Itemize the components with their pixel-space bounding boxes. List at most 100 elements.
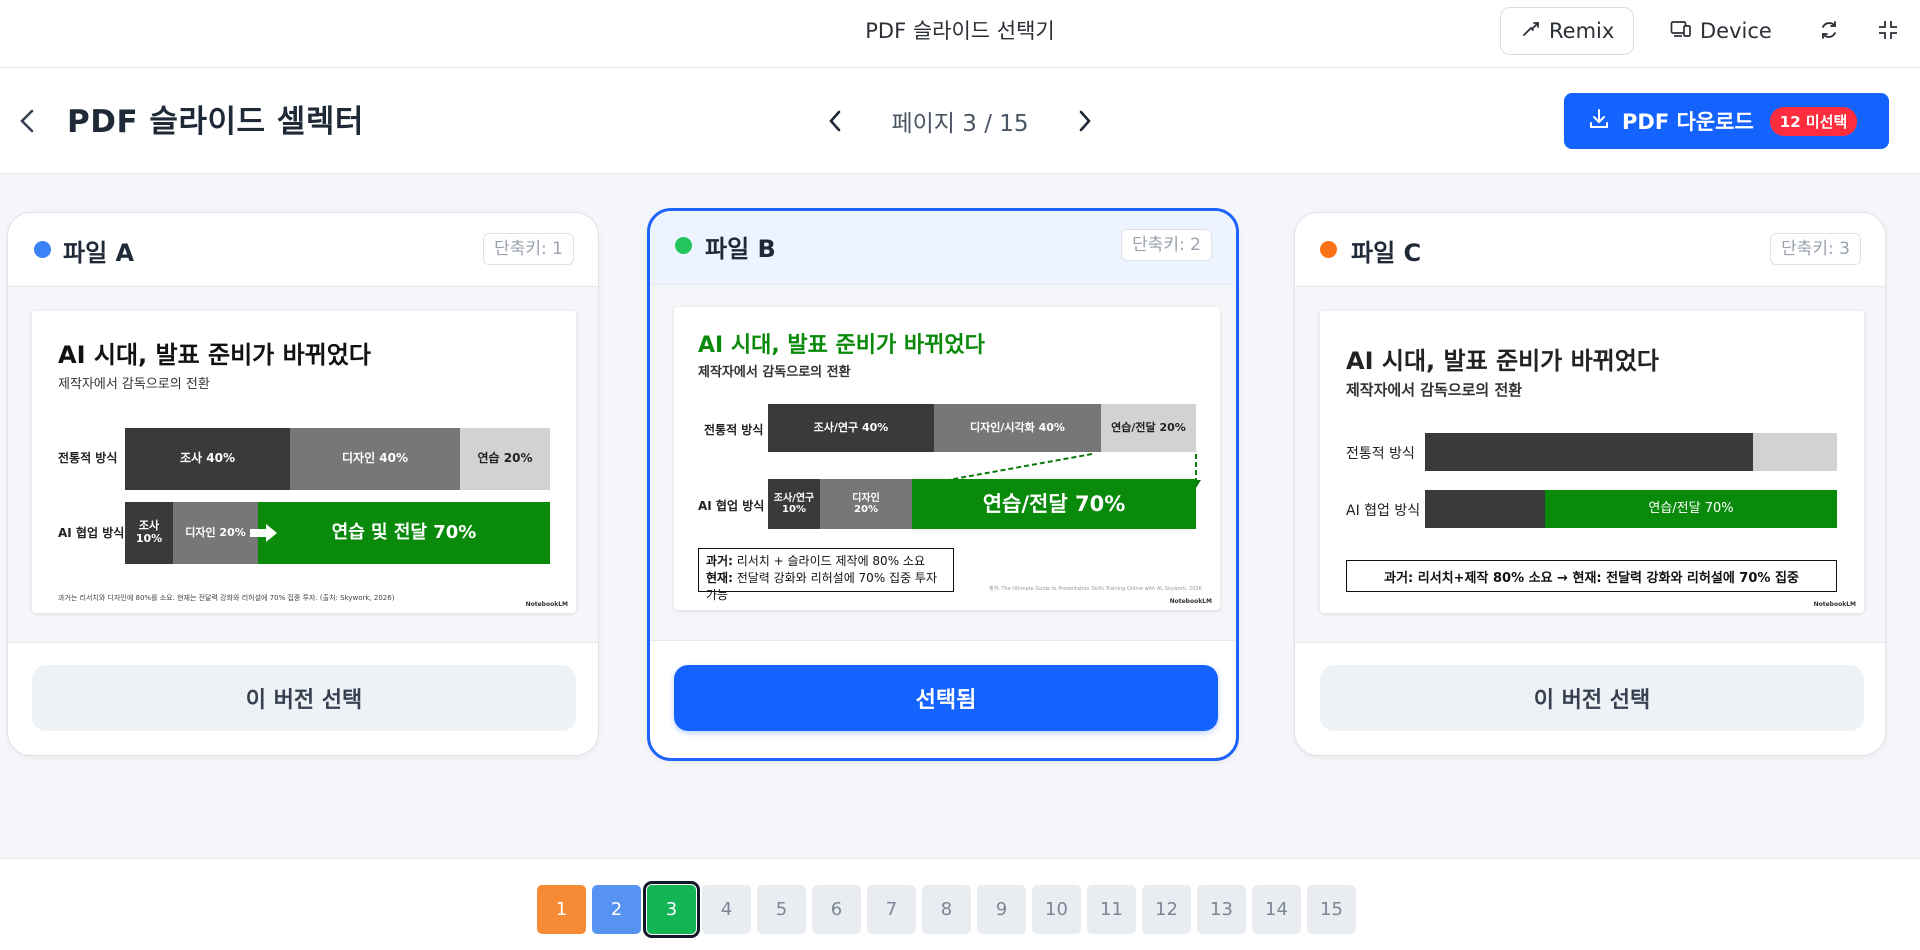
ai-bar: 연습/전달 70% (1425, 490, 1837, 528)
now-text: 전달력 강화와 리허설에 70% 집중 투자 가능 (706, 571, 938, 602)
card-name: 파일 C (1351, 239, 1422, 267)
bar-segment (1425, 433, 1753, 471)
device-icon (1670, 19, 1692, 44)
page-button-1[interactable]: 1 (537, 885, 586, 934)
next-page-button[interactable] (1070, 101, 1100, 141)
page-header: PDF 슬라이드 셀렉터 페이지 3 / 15 PDF 다운로드 12 미선택 (0, 68, 1920, 174)
past-text: 리서치 + 슬라이드 제작에 80% 소요 (732, 554, 925, 568)
selected-button[interactable]: 선택됨 (674, 665, 1218, 731)
page-strip: 1 2 3 4 5 6 7 8 9 10 11 12 13 14 15 (0, 858, 1920, 950)
slide-logo: NotebookLM (1169, 598, 1212, 605)
slide-subtitle: 제작자에서 감독으로의 전환 (1346, 381, 1523, 399)
select-version-button[interactable]: 이 버전 선택 (32, 665, 576, 731)
bar-segment: 연습/전달 20% (1101, 404, 1196, 452)
row-label: AI 협업 방식 (698, 499, 765, 513)
remix-button[interactable]: Remix (1500, 7, 1634, 55)
card-name: 파일 B (705, 235, 776, 263)
rotate-icon[interactable] (1815, 16, 1843, 44)
bar-segment: 조사/연구 40% (768, 404, 934, 452)
slide-subtitle: 제작자에서 감독으로의 전환 (698, 365, 851, 380)
file-card-c: 파일 C 단축키: 3 AI 시대, 발표 준비가 바뀌었다 제작자에서 감독으… (1294, 212, 1886, 756)
bar-segment: 연습 및 전달 70% (258, 502, 550, 564)
download-label: PDF 다운로드 (1622, 110, 1754, 134)
slide-preview[interactable]: AI 시대, 발표 준비가 바뀌었다 제작자에서 감독으로의 전환 전통적 방식… (674, 307, 1220, 610)
download-icon (1588, 108, 1610, 134)
bar-segment: 연습/전달 70% (912, 479, 1196, 529)
card-header: 파일 C 단축키: 3 (1295, 213, 1885, 287)
page-button-15[interactable]: 15 (1307, 885, 1356, 934)
page-button-13[interactable]: 13 (1197, 885, 1246, 934)
slide-subtitle: 제작자에서 감독으로의 전환 (58, 377, 210, 392)
page-button-2[interactable]: 2 (592, 885, 641, 934)
file-b-dot-icon (675, 237, 692, 254)
slide-preview-area: AI 시대, 발표 준비가 바뀌었다 제작자에서 감독으로의 전환 전통적 방식… (1295, 287, 1885, 643)
bar-segment (1425, 490, 1545, 528)
file-card-b: 파일 B 단축키: 2 AI 시대, 발표 준비가 바뀌었다 제작자에서 감독으… (647, 208, 1239, 761)
row-label: 전통적 방식 (704, 423, 764, 437)
ai-bar: 조사/연구 10% 디자인 20% 연습/전달 70% (768, 479, 1196, 529)
bar-segment: 조사 10% (125, 502, 173, 564)
page-indicator: 페이지 3 / 15 (891, 111, 1029, 137)
bar-segment: 디자인 20% (173, 502, 258, 564)
row-label: AI 협업 방식 (1346, 503, 1421, 519)
page-button-7[interactable]: 7 (867, 885, 916, 934)
page-button-11[interactable]: 11 (1087, 885, 1136, 934)
page-title: PDF 슬라이드 셀렉터 (67, 104, 364, 140)
past-label: 과거: (706, 554, 733, 568)
slide-title: AI 시대, 발표 준비가 바뀌었다 (1346, 347, 1659, 375)
pdf-download-button[interactable]: PDF 다운로드 12 미선택 (1564, 93, 1889, 149)
bar-segment: 디자인 20% (820, 479, 912, 529)
shortcut-hint: 단축키: 2 (1121, 229, 1212, 261)
slide-logo: NotebookLM (525, 601, 568, 608)
ai-bar: 조사 10% 디자인 20% 연습 및 전달 70% (125, 502, 550, 564)
bar-segment: 조사/연구 10% (768, 479, 820, 529)
page-button-6[interactable]: 6 (812, 885, 861, 934)
slide-preview[interactable]: AI 시대, 발표 준비가 바뀌었다 제작자에서 감독으로의 전환 전통적 방식… (32, 311, 576, 613)
slide-preview-area: AI 시대, 발표 준비가 바뀌었다 제작자에서 감독으로의 전환 전통적 방식… (8, 287, 598, 643)
page-button-3[interactable]: 3 (643, 881, 700, 938)
back-button[interactable] (12, 104, 42, 138)
shortcut-hint: 단축키: 1 (483, 233, 574, 265)
card-name: 파일 A (63, 239, 135, 267)
slide-source: 출처: The Ultimate Guide to Presentation S… (989, 586, 1202, 592)
page-button-4[interactable]: 4 (702, 885, 751, 934)
bar-segment (1753, 433, 1837, 471)
bar-segment: 연습 20% (460, 428, 550, 490)
file-a-dot-icon (34, 241, 51, 258)
slide-preview[interactable]: AI 시대, 발표 준비가 바뀌었다 제작자에서 감독으로의 전환 전통적 방식… (1320, 311, 1864, 613)
slide-footnote: 과거는 리서치와 디자인에 80%를 소요. 현재는 전달력 강화와 리허설에 … (58, 594, 395, 602)
row-label: AI 협업 방식 (58, 526, 125, 540)
traditional-bar: 조사/연구 40% 디자인/시각화 40% 연습/전달 20% (768, 404, 1196, 452)
row-label: 전통적 방식 (58, 451, 118, 465)
unselected-badge: 12 미선택 (1769, 106, 1858, 136)
bar-segment: 디자인 40% (290, 428, 460, 490)
page-buttons: 1 2 3 4 5 6 7 8 9 10 11 12 13 14 15 (537, 881, 1356, 938)
device-button[interactable]: Device (1650, 7, 1810, 55)
row-label: 전통적 방식 (1346, 446, 1415, 462)
page-button-5[interactable]: 5 (757, 885, 806, 934)
page-button-10[interactable]: 10 (1032, 885, 1081, 934)
prev-page-button[interactable] (820, 101, 850, 141)
select-version-button[interactable]: 이 버전 선택 (1320, 665, 1864, 731)
fullscreen-icon[interactable] (1874, 16, 1902, 44)
slide-logo: NotebookLM (1813, 601, 1856, 608)
page-button-12[interactable]: 12 (1142, 885, 1191, 934)
arrow-icon (250, 523, 278, 547)
file-card-a: 파일 A 단축키: 1 AI 시대, 발표 준비가 바뀌었다 제작자에서 감독으… (7, 212, 599, 756)
remix-icon (1521, 19, 1541, 44)
app-bar: PDF 슬라이드 선택기 Remix Device (0, 0, 1920, 68)
device-label: Device (1700, 19, 1772, 43)
bar-segment: 디자인/시각화 40% (934, 404, 1101, 452)
traditional-bar: 조사 40% 디자인 40% 연습 20% (125, 428, 550, 490)
card-header: 파일 A 단축키: 1 (8, 213, 598, 287)
page-button-14[interactable]: 14 (1252, 885, 1301, 934)
slide-title: AI 시대, 발표 준비가 바뀌었다 (58, 341, 371, 369)
page-button-9[interactable]: 9 (977, 885, 1026, 934)
bar-segment: 연습/전달 70% (1545, 490, 1837, 528)
traditional-bar (1425, 433, 1837, 471)
page-button-8[interactable]: 8 (922, 885, 971, 934)
remix-label: Remix (1549, 19, 1615, 43)
card-header: 파일 B 단축키: 2 (650, 211, 1236, 285)
slide-preview-area: AI 시대, 발표 준비가 바뀌었다 제작자에서 감독으로의 전환 전통적 방식… (650, 285, 1236, 641)
bar-segment: 조사 40% (125, 428, 290, 490)
